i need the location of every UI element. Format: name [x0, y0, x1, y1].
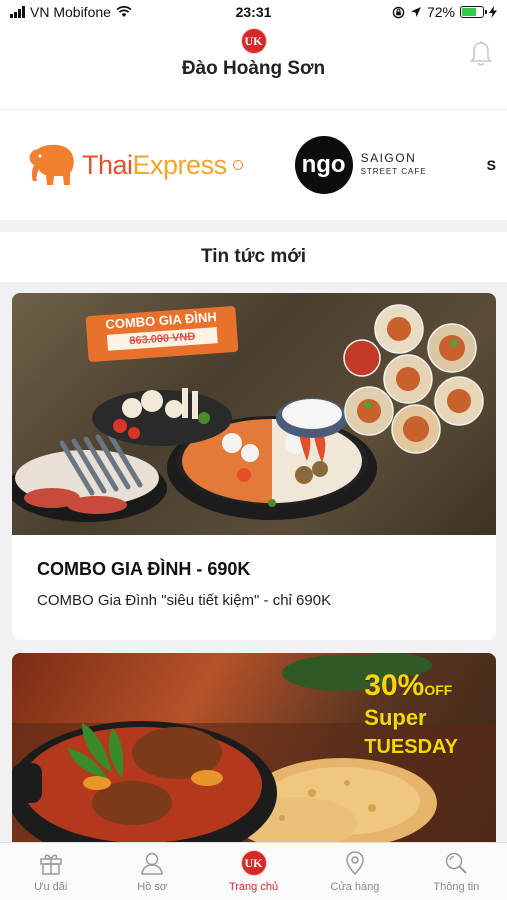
- news-card[interactable]: COMBO GIA ĐÌNH 863.000 VNĐ COMBO GIA ĐÌN…: [12, 293, 496, 640]
- tab-thong-tin[interactable]: Thông tin: [406, 843, 507, 900]
- tab-cua-hang[interactable]: Cửa hàng: [304, 843, 405, 900]
- ngo-line1: SAIGON: [360, 151, 417, 165]
- promo-line2: OFF: [424, 682, 453, 698]
- tab-label: Ưu đãi: [34, 881, 68, 893]
- ngo-logo: ngo: [294, 136, 353, 194]
- brand-carousel[interactable]: ThaiExpress ngo SAIGON STREET CAFE S: [0, 110, 507, 220]
- news-card-image: COMBO GIA ĐÌNH 863.000 VNĐ: [12, 293, 496, 535]
- tab-label: Hồ sơ: [137, 881, 168, 893]
- status-bar: VN Mobifone 23:31 72%: [0, 0, 507, 24]
- news-card-image: 30%OFF Super TUESDAY: [12, 653, 496, 853]
- elephant-logo-icon: [29, 144, 74, 185]
- wifi-icon: [116, 6, 132, 17]
- ngo-line2: STREET CAFE: [360, 167, 427, 176]
- news-card-description: COMBO Gia Đình "siêu tiết kiệm" - chỉ 69…: [37, 592, 332, 609]
- promo-line1: 30%: [364, 669, 425, 702]
- charging-bolt-icon: [489, 6, 497, 18]
- news-card-title: COMBO GIA ĐÌNH - 690K: [37, 559, 251, 579]
- thai-express-part1: Thai: [82, 149, 133, 180]
- tab-label: Trang chủ: [228, 881, 279, 893]
- search-icon: [442, 849, 470, 877]
- battery-percent: 72%: [426, 4, 455, 20]
- brand-partial[interactable]: S: [487, 157, 496, 173]
- battery-icon: [460, 6, 487, 18]
- uk-logo: UK: [240, 28, 267, 54]
- promo-30-off: 30%OFF Super TUESDAY: [364, 671, 458, 760]
- bottom-tab-bar: Ưu đãi Hồ sơ UK Trang chủ Cửa hàng Thông…: [0, 842, 507, 900]
- carrier-label: VN Mobifone: [30, 4, 111, 20]
- user-name: Đào Hoàng Sơn: [181, 58, 326, 79]
- location-arrow-icon: [410, 7, 421, 17]
- thai-express-part2: Express: [132, 149, 228, 180]
- uk-home-icon: UK: [240, 849, 268, 877]
- news-card[interactable]: 30%OFF Super TUESDAY: [12, 653, 496, 853]
- tab-label: Thông tin: [433, 881, 480, 893]
- brand-thai-express[interactable]: ThaiExpress: [26, 143, 243, 187]
- brand-ngo-saigon[interactable]: ngo SAIGON STREET CAFE: [294, 136, 427, 194]
- tab-uu-dai[interactable]: Ưu đãi: [0, 843, 101, 900]
- tab-trang-chu[interactable]: UK Trang chủ: [203, 843, 304, 900]
- tab-label: Cửa hàng: [330, 881, 380, 893]
- status-left: VN Mobifone: [10, 4, 132, 20]
- promo-line3: Super: [364, 705, 427, 730]
- status-right: 72%: [392, 4, 497, 20]
- thai-express-wordmark: ThaiExpress: [82, 150, 227, 181]
- tab-ho-so[interactable]: Hồ sơ: [101, 843, 202, 900]
- battery-fill: [462, 8, 477, 16]
- news-section-title: Tin tức mới: [0, 232, 507, 282]
- signal-icon: [10, 6, 25, 18]
- notification-bell-icon[interactable]: [469, 40, 493, 68]
- ribbon-old-price: 863.000 VNĐ: [106, 327, 218, 351]
- profile-icon: [138, 849, 166, 877]
- registered-mark-icon: [232, 160, 243, 170]
- gift-icon: [37, 849, 65, 877]
- promo-line4: TUESDAY: [364, 736, 458, 758]
- ngo-text: SAIGON STREET CAFE: [361, 152, 427, 178]
- app-header: UK Đào Hoàng Sơn: [0, 24, 507, 109]
- location-pin-icon: [341, 849, 369, 877]
- tab-uk-logo: UK: [240, 850, 267, 876]
- rotation-lock-icon: [392, 6, 405, 18]
- hotpot-illustration: [12, 304, 484, 522]
